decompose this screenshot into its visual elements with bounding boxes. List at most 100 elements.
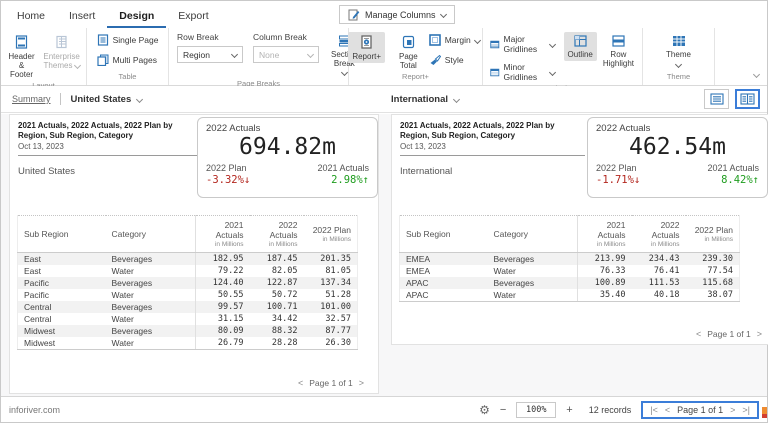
- table-row: Midwest Beverages 80.09 88.32 87.77: [17, 325, 358, 337]
- group-display: Major Gridlines Minor Gridlines Outline …: [483, 28, 643, 93]
- tab-insert[interactable]: Insert: [57, 3, 107, 28]
- multi-pages-button[interactable]: Multi Pages: [94, 52, 162, 68]
- column-break-label: Column Break: [253, 32, 307, 42]
- report-plus-button[interactable]: Report+: [348, 32, 386, 63]
- summary-link[interactable]: Summary: [12, 94, 51, 104]
- column-break-select[interactable]: None: [253, 46, 319, 63]
- cell-number: 115.68: [702, 278, 733, 288]
- next-page-icon[interactable]: >: [359, 378, 364, 388]
- gear-icon[interactable]: ⚙: [479, 403, 490, 417]
- zoom-out-button[interactable]: −: [500, 404, 506, 416]
- style-button[interactable]: Style: [426, 52, 483, 68]
- group-caption: Report+: [402, 72, 429, 81]
- next-page-icon[interactable]: >: [730, 405, 735, 415]
- cell-text: Beverages: [111, 278, 153, 288]
- single-page-button[interactable]: Single Page: [94, 32, 162, 48]
- chevron-down-icon: [306, 50, 315, 59]
- report-date: Oct 13, 2023: [18, 142, 64, 151]
- theme-icon: [672, 36, 685, 46]
- cell-text: Beverages: [493, 254, 535, 264]
- cell-number: 40.18: [631, 289, 686, 302]
- kpi-prev-label: 2021 Actuals: [317, 163, 369, 173]
- margin-button[interactable]: Margin: [426, 32, 483, 48]
- page-header: 2021 Actuals, 2022 Actuals, 2022 Plan by…: [10, 115, 378, 203]
- col-header-sub-region: Sub Region: [399, 215, 488, 253]
- row-highlight-icon: [612, 35, 625, 47]
- prev-page-icon[interactable]: <: [298, 378, 303, 388]
- table-row: EMEA Water 76.33 76.41 77.54: [400, 265, 740, 277]
- major-gridlines-button[interactable]: Major Gridlines: [487, 32, 558, 56]
- cell-text: Beverages: [111, 302, 153, 312]
- cell-number: 50.55: [195, 289, 250, 301]
- multi-page-view-button[interactable]: [735, 89, 760, 109]
- cell-text: Midwest: [17, 337, 106, 350]
- chevron-down-icon: [340, 68, 348, 77]
- tab-design[interactable]: Design: [107, 3, 167, 28]
- cell-number: 100.71: [266, 302, 298, 312]
- header-footer-button[interactable]: Header & Footer: [4, 32, 38, 81]
- page-total-button[interactable]: Page Total: [395, 32, 422, 72]
- table-row: Pacific Water 50.55 50.72 51.28: [18, 289, 358, 301]
- app-window: { "ribbon": { "tabs": [ {"label": "Home"…: [0, 0, 768, 423]
- ribbon-spacer: [715, 28, 767, 85]
- group-caption: Table: [118, 72, 137, 81]
- clipped-logo: [762, 414, 767, 418]
- kpi-metric-label: 2022 Actuals: [206, 123, 261, 134]
- table-row: Central Water 31.15 34.42 32.57: [18, 313, 358, 325]
- cell-number: 28.28: [249, 337, 304, 350]
- table-row: East Water 79.22 82.05 81.05: [18, 265, 358, 277]
- cell-number: 31.15: [195, 313, 250, 325]
- table-row: Pacific Beverages 124.40 122.87 137.34: [17, 277, 358, 289]
- cell-text: Beverages: [111, 254, 153, 264]
- zoom-in-button[interactable]: +: [566, 404, 572, 416]
- tab-home[interactable]: Home: [5, 3, 57, 28]
- cell-text: Pacific: [24, 278, 50, 288]
- outline-button[interactable]: Outline: [563, 32, 597, 61]
- cell-number: 182.95: [195, 252, 250, 265]
- col-header-2021-actuals: 2021 Actuals in Millions: [577, 215, 632, 253]
- page-pager[interactable]: < Page 1 of 1 >: [298, 378, 364, 388]
- zoom-level-input[interactable]: 100%: [516, 401, 557, 418]
- page-selector-international[interactable]: International: [391, 94, 461, 105]
- chevron-down-icon: [674, 60, 683, 69]
- chevron-down-icon: [73, 61, 81, 70]
- arrow-up-icon: ↑: [752, 174, 759, 186]
- single-page-view-button[interactable]: [704, 89, 729, 109]
- enterprise-themes-icon: [56, 35, 67, 49]
- manage-columns-button[interactable]: Manage Columns: [339, 5, 455, 24]
- cell-number: 79.22: [195, 265, 250, 277]
- cell-number: 77.54: [707, 266, 733, 276]
- report-title: 2021 Actuals, 2022 Actuals, 2022 Plan by…: [18, 121, 173, 140]
- page-selector-united-states[interactable]: United States: [71, 94, 144, 105]
- view-toggle-group: [704, 89, 760, 109]
- row-break-select[interactable]: Region: [177, 46, 243, 63]
- cell-number: 26.79: [195, 337, 250, 350]
- cell-text: Water: [111, 266, 134, 276]
- cell-number: 124.40: [195, 277, 250, 289]
- kpi-prev-label: 2021 Actuals: [707, 163, 759, 173]
- table-row: East Beverages 182.95 187.45 201.35: [17, 252, 358, 265]
- theme-button[interactable]: Theme: [659, 32, 699, 69]
- manage-columns-icon: [348, 9, 360, 21]
- last-page-icon[interactable]: >|: [742, 405, 750, 415]
- col-header-2022-actuals: 2022 Actuals in Millions: [631, 215, 686, 253]
- next-page-icon[interactable]: >: [757, 329, 762, 339]
- ribbon: Header & Footer Enterprise Themes Layout…: [1, 28, 767, 93]
- table-row: APAC Beverages 100.89 111.53 115.68: [399, 277, 740, 289]
- cell-number: 137.34: [320, 278, 351, 288]
- page-navigation-bar: Summary United States International: [1, 86, 767, 113]
- report-title: 2021 Actuals, 2022 Actuals, 2022 Plan by…: [400, 121, 555, 140]
- tab-export[interactable]: Export: [166, 3, 220, 28]
- row-highlight-button[interactable]: Row Highlight: [599, 32, 638, 70]
- cell-number: 101.00: [320, 302, 351, 312]
- prev-page-icon[interactable]: <: [696, 329, 701, 339]
- enterprise-themes-button[interactable]: Enterprise Themes: [41, 32, 83, 72]
- first-page-icon[interactable]: |<: [650, 405, 658, 415]
- page-pager[interactable]: < Page 1 of 1 >: [696, 329, 762, 339]
- cell-number: 99.57: [195, 301, 250, 313]
- minor-gridlines-button[interactable]: Minor Gridlines: [487, 60, 558, 84]
- single-page-icon: [97, 34, 108, 46]
- cell-number: 100.89: [577, 277, 632, 289]
- site-label: inforiver.com: [9, 404, 61, 415]
- prev-page-icon[interactable]: <: [665, 405, 670, 415]
